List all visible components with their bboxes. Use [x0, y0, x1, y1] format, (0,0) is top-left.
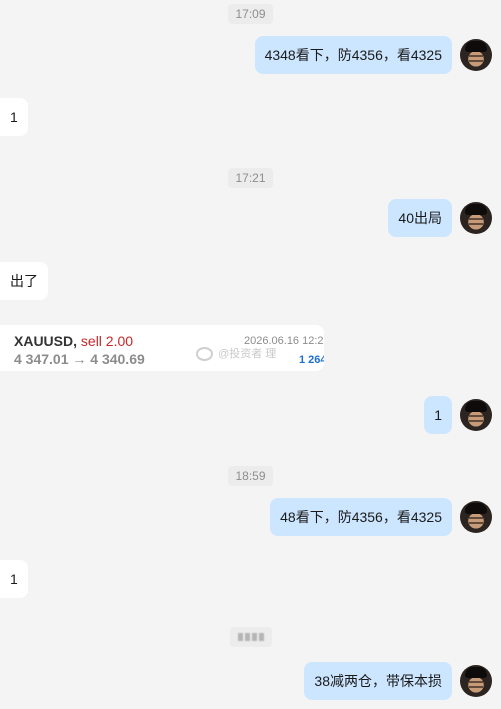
trade-prices: 4 347.01 → 4 340.69 [14, 351, 145, 367]
timestamp-label: 17:21 [228, 168, 273, 188]
watermark-text: @投资者 理 [218, 348, 277, 360]
user-avatar[interactable] [460, 665, 492, 697]
blurred-timestamp [0, 627, 501, 647]
watermark: @投资者 理 [196, 345, 277, 362]
chat-timestamp: 17:09 [0, 4, 501, 24]
message-row-outgoing: 48看下，防4356，看4325 [0, 498, 501, 536]
trade-symbol: XAUUSD, [14, 333, 78, 349]
weibo-logo-icon [196, 347, 213, 362]
incoming-message-bubble[interactable]: 1 [0, 560, 28, 598]
outgoing-message-bubble[interactable]: 40出局 [388, 199, 452, 237]
incoming-message-bubble[interactable]: 1 [0, 98, 28, 136]
chat-timestamp: 18:59 [0, 466, 501, 486]
message-row-incoming: 1 [0, 560, 501, 598]
message-row-incoming: 出了 [0, 262, 501, 300]
message-row-outgoing: 38减两仓，带保本损 [0, 662, 501, 700]
user-avatar[interactable] [460, 202, 492, 234]
message-row-outgoing: 40出局 [0, 199, 501, 237]
timestamp-label: 17:09 [228, 4, 273, 24]
trade-symbol-line: XAUUSD, sell 2.00 [14, 333, 133, 349]
outgoing-message-bubble[interactable]: 1 [424, 396, 452, 434]
outgoing-message-bubble[interactable]: 38减两仓，带保本损 [304, 662, 452, 700]
trade-profit: 1 264 [299, 354, 324, 366]
trade-side: sell 2.00 [80, 333, 134, 349]
message-row-outgoing: 4348看下，防4356，看4325 [0, 36, 501, 74]
chat-timestamp: 17:21 [0, 168, 501, 188]
blurred-timestamp-label [229, 627, 272, 647]
trade-screenshot-card[interactable]: XAUUSD, sell 2.00 4 347.01 → 4 340.69 20… [0, 325, 324, 371]
message-row-outgoing: 1 [0, 396, 501, 434]
user-avatar[interactable] [460, 39, 492, 71]
message-row-incoming: 1 [0, 98, 501, 136]
outgoing-message-bubble[interactable]: 48看下，防4356，看4325 [270, 498, 452, 536]
outgoing-message-bubble[interactable]: 4348看下，防4356，看4325 [254, 36, 452, 74]
incoming-message-bubble[interactable]: 出了 [0, 262, 48, 300]
timestamp-label: 18:59 [228, 466, 273, 486]
user-avatar[interactable] [460, 399, 492, 431]
user-avatar[interactable] [460, 501, 492, 533]
